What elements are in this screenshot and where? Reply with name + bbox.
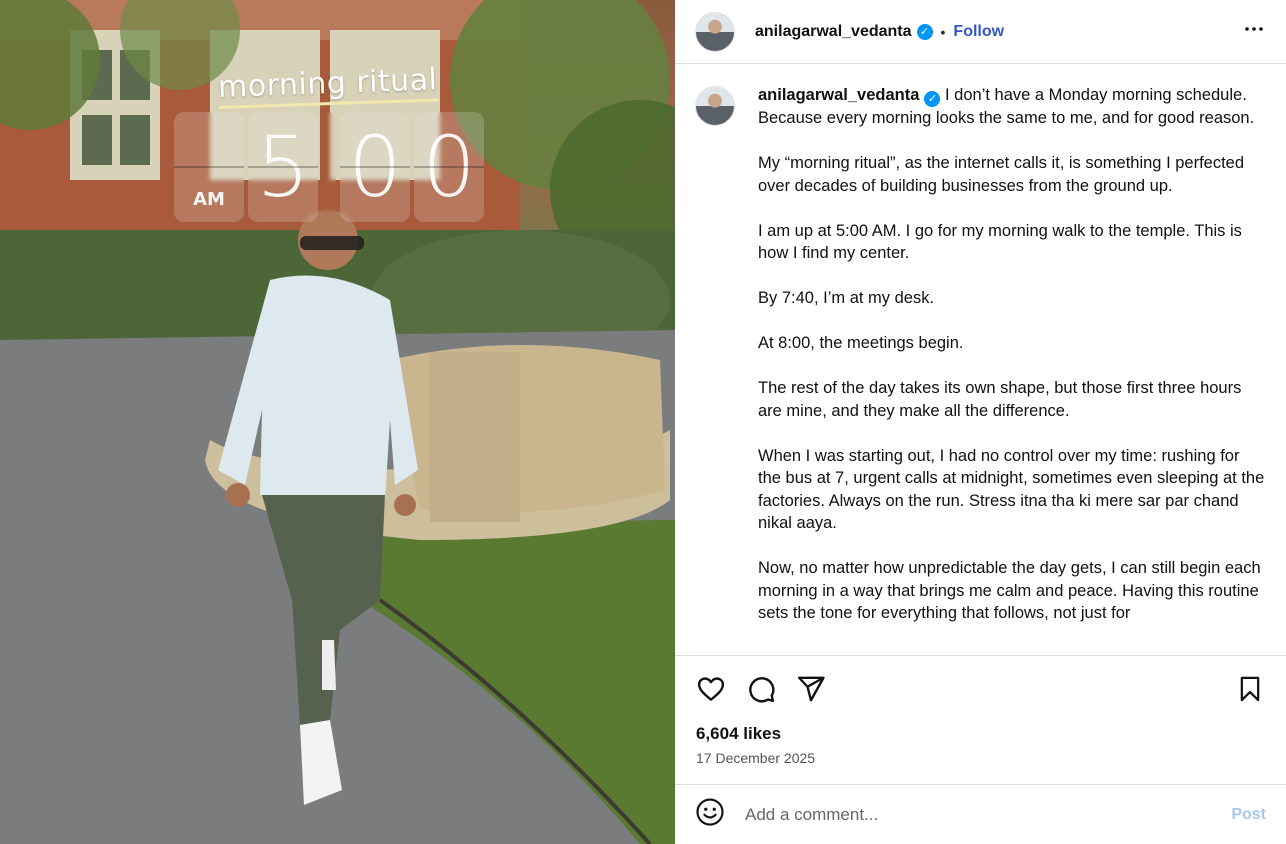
caption-scroll-area[interactable]: anilagarwal_vedanta ✓ I don’t have a Mond… bbox=[675, 64, 1286, 655]
post-date[interactable]: 17 December 2025 bbox=[696, 750, 815, 766]
more-options-icon[interactable] bbox=[1242, 17, 1266, 47]
separator-dot: • bbox=[940, 23, 946, 40]
caption-paragraph: By 7:40, I’m at my desk. bbox=[758, 289, 935, 307]
username-link[interactable]: anilagarwal_vedanta bbox=[755, 23, 912, 41]
avatar[interactable] bbox=[695, 11, 735, 52]
share-icon[interactable] bbox=[795, 673, 827, 705]
caption: anilagarwal_vedanta ✓ I don’t have a Mond… bbox=[695, 84, 1266, 647]
clock-minute-tens: 0 bbox=[340, 112, 410, 222]
post-side-panel: anilagarwal_vedanta ✓ • Follow anilagarw… bbox=[675, 0, 1286, 844]
comment-input[interactable] bbox=[745, 804, 1232, 825]
emoji-icon[interactable] bbox=[695, 797, 725, 832]
action-bar bbox=[675, 655, 1286, 721]
likes-count[interactable]: 6,604 likes bbox=[696, 724, 781, 744]
caption-text: anilagarwal_vedanta ✓ I don’t have a Mond… bbox=[758, 84, 1266, 647]
caption-verified-icon: ✓ bbox=[924, 91, 941, 107]
comment-bar: Post bbox=[675, 784, 1286, 844]
clock-minute-ones: 0 bbox=[414, 112, 484, 222]
caption-paragraph: When I was starting out, I had no contro… bbox=[758, 446, 1265, 533]
clock-ampm: AM bbox=[174, 112, 244, 222]
heart-icon[interactable] bbox=[695, 673, 727, 705]
caption-paragraph: The rest of the day takes its own shape,… bbox=[758, 379, 1242, 420]
bookmark-icon[interactable] bbox=[1234, 673, 1266, 705]
caption-paragraph: Now, no matter how unpredictable the day… bbox=[758, 559, 1261, 622]
follow-button[interactable]: Follow bbox=[953, 23, 1004, 41]
caption-username[interactable]: anilagarwal_vedanta bbox=[758, 86, 919, 104]
photo-overlay-text: morning ritual bbox=[217, 62, 448, 105]
caption-paragraph: I am up at 5:00 AM. I go for my morning … bbox=[758, 221, 1242, 263]
post-photo: morning ritual AM 5 0 0 bbox=[0, 0, 675, 844]
caption-paragraph: At 8:00, the meetings begin. bbox=[758, 334, 964, 352]
caption-paragraph: My “morning ritual”, as the internet cal… bbox=[758, 154, 1245, 195]
verified-badge-icon: ✓ bbox=[916, 23, 933, 40]
post-comment-button[interactable]: Post bbox=[1231, 806, 1266, 824]
clock-colon bbox=[322, 112, 336, 222]
clock-sticker: AM 5 0 0 bbox=[174, 112, 484, 222]
comment-icon[interactable] bbox=[745, 673, 777, 705]
post-header: anilagarwal_vedanta ✓ • Follow bbox=[675, 0, 1286, 64]
clock-hour: 5 bbox=[248, 112, 318, 222]
caption-avatar[interactable] bbox=[695, 86, 735, 126]
